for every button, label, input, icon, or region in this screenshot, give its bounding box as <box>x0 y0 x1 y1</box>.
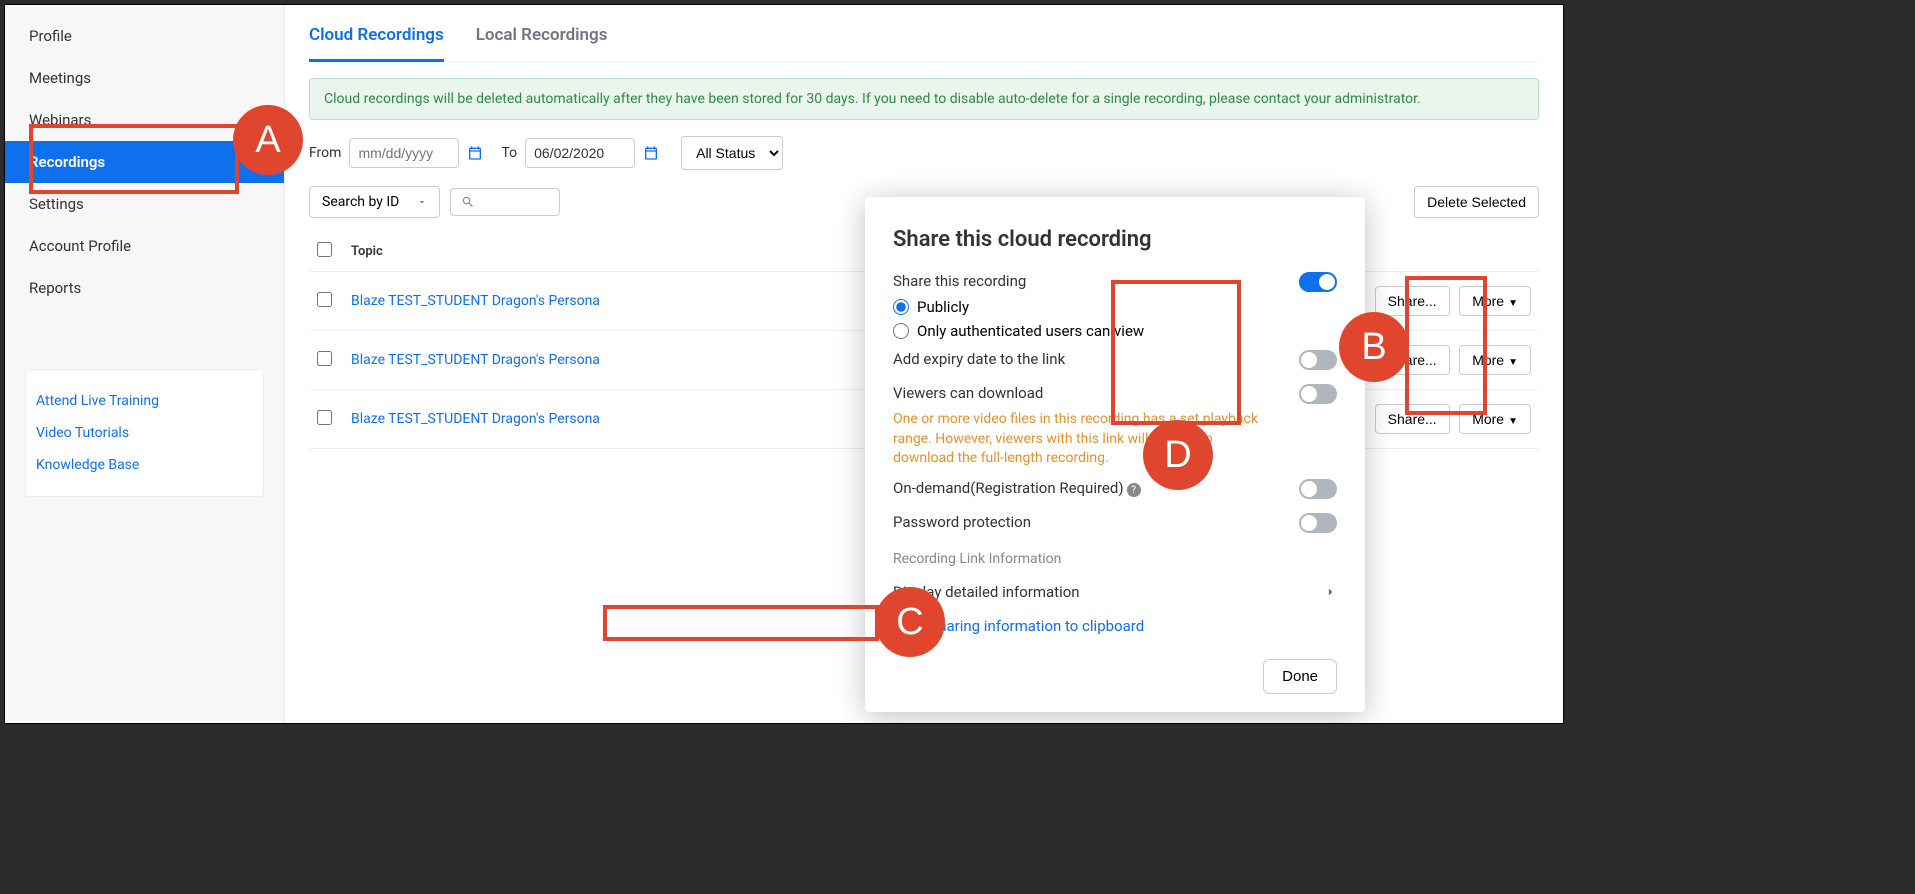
tab-local-recordings[interactable]: Local Recordings <box>476 17 608 61</box>
topic-link[interactable]: Blaze TEST_STUDENT Dragon's Persona <box>351 293 600 309</box>
annotation-box-a <box>29 124 239 194</box>
nav-meetings[interactable]: Meetings <box>5 57 284 99</box>
topic-link[interactable]: Blaze TEST_STUDENT Dragon's Persona <box>351 411 600 427</box>
to-label: To <box>501 145 517 161</box>
recordings-tabs: Cloud Recordings Local Recordings <box>309 5 1539 62</box>
help-links-box: Attend Live Training Video Tutorials Kno… <box>25 369 264 497</box>
sidebar: Profile Meetings Webinars Recordings Set… <box>5 5 285 723</box>
annotation-box-d <box>1111 280 1241 425</box>
share-recording-label: Share this recording <box>893 272 1026 290</box>
status-select[interactable]: All Status <box>681 136 783 170</box>
select-all-checkbox[interactable] <box>317 242 332 257</box>
expiry-toggle[interactable] <box>1299 350 1337 370</box>
calendar-icon[interactable] <box>643 145 659 161</box>
auto-delete-banner: Cloud recordings will be deleted automat… <box>309 78 1539 120</box>
done-button[interactable]: Done <box>1263 659 1337 694</box>
topic-link[interactable]: Blaze TEST_STUDENT Dragon's Persona <box>351 352 600 368</box>
row-checkbox[interactable] <box>317 410 332 425</box>
modal-title: Share this cloud recording <box>893 227 1337 252</box>
calendar-icon[interactable] <box>467 145 483 161</box>
copy-sharing-info-link[interactable]: Copy sharing information to clipboard <box>893 609 1337 643</box>
nav-reports[interactable]: Reports <box>5 267 284 309</box>
expiry-label: Add expiry date to the link <box>893 350 1065 368</box>
download-toggle[interactable] <box>1299 384 1337 404</box>
share-auth-radio[interactable] <box>893 323 909 339</box>
search-by-dropdown[interactable]: Search by ID <box>309 186 440 218</box>
delete-selected-button[interactable]: Delete Selected <box>1414 186 1539 218</box>
password-toggle[interactable] <box>1299 513 1337 533</box>
to-date-input[interactable] <box>525 138 635 168</box>
tab-cloud-recordings[interactable]: Cloud Recordings <box>309 17 444 62</box>
help-video-tutorials[interactable]: Video Tutorials <box>36 417 253 449</box>
annotation-b: B <box>1339 312 1409 382</box>
link-info-heading: Recording Link Information <box>893 551 1337 567</box>
annotation-d: D <box>1143 420 1213 490</box>
password-label: Password protection <box>893 513 1031 531</box>
share-recording-toggle[interactable] <box>1299 272 1337 292</box>
download-label: Viewers can download <box>893 384 1043 402</box>
search-icon <box>461 195 475 209</box>
nav-account-profile[interactable]: Account Profile <box>5 225 284 267</box>
chevron-down-icon <box>417 197 427 207</box>
from-label: From <box>309 145 341 161</box>
chevron-right-icon <box>1323 585 1337 599</box>
annotation-box-c <box>603 605 879 641</box>
on-demand-toggle[interactable] <box>1299 479 1337 499</box>
annotation-box-b <box>1405 276 1487 415</box>
date-filters: From To All Status <box>309 136 1539 170</box>
app-window: Profile Meetings Webinars Recordings Set… <box>4 4 1564 724</box>
search-input-box[interactable] <box>450 188 560 216</box>
display-detailed-link[interactable]: Display detailed information <box>893 575 1337 609</box>
annotation-c: C <box>875 587 945 657</box>
from-date-input[interactable] <box>349 138 459 168</box>
help-live-training[interactable]: Attend Live Training <box>36 385 253 417</box>
share-publicly-label: Publicly <box>917 298 969 316</box>
help-icon[interactable]: ? <box>1127 483 1141 497</box>
annotation-a: A <box>233 105 303 175</box>
help-knowledge-base[interactable]: Knowledge Base <box>36 449 253 481</box>
share-publicly-radio[interactable] <box>893 299 909 315</box>
row-checkbox[interactable] <box>317 292 332 307</box>
search-by-label: Search by ID <box>322 194 399 210</box>
on-demand-label: On-demand(Registration Required)? <box>893 479 1141 498</box>
nav-profile[interactable]: Profile <box>5 15 284 57</box>
row-checkbox[interactable] <box>317 351 332 366</box>
